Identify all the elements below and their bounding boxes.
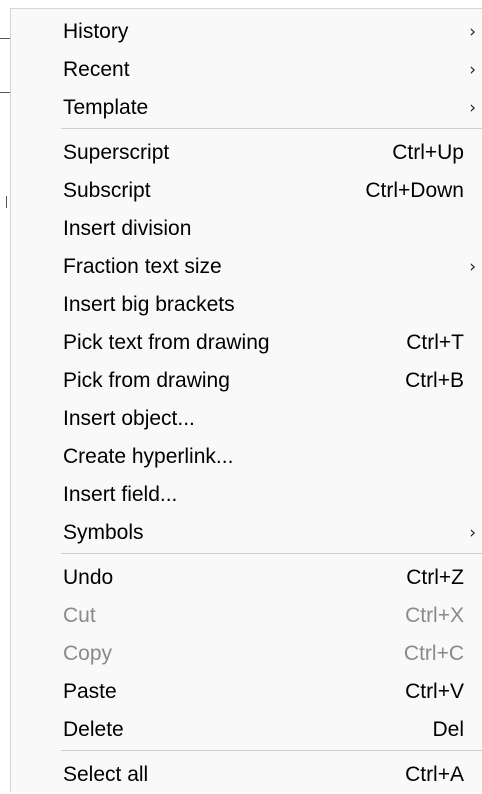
menu-item-label: Create hyperlink...: [63, 445, 234, 468]
menu-item-template[interactable]: Template ›: [11, 89, 482, 127]
menu-item-shortcut: Ctrl+T: [406, 331, 464, 354]
menu-item-label: Copy: [63, 642, 113, 665]
menu-item-shortcut: Ctrl+A: [405, 763, 464, 786]
background-line: [0, 38, 10, 39]
menu-item-label: Insert object...: [63, 407, 195, 430]
menu-item-undo[interactable]: Undo Ctrl+Z: [11, 559, 482, 597]
menu-item-shortcut: Ctrl+C: [403, 642, 464, 665]
menu-item-label: Superscript: [63, 141, 170, 164]
menu-item-delete[interactable]: Delete Del: [11, 711, 482, 749]
menu-item-label: Pick from drawing: [63, 369, 230, 392]
menu-item-insert-object[interactable]: Insert object...: [11, 400, 482, 438]
menu-item-label: Insert division: [63, 217, 192, 240]
menu-item-shortcut: Ctrl+V: [405, 680, 464, 703]
menu-separator: [61, 750, 482, 751]
menu-item-label: Pick text from drawing: [63, 331, 270, 354]
menu-item-label: Recent: [63, 58, 130, 81]
menu-item-shortcut: Ctrl+Down: [365, 179, 464, 202]
menu-item-label: Cut: [63, 604, 96, 627]
menu-item-shortcut: Del: [432, 718, 464, 741]
menu-item-cut: Cut Ctrl+X: [11, 597, 482, 635]
menu-item-label: Undo: [63, 566, 114, 589]
menu-item-label: History: [63, 20, 129, 43]
menu-item-label: Fraction text size: [63, 255, 222, 278]
menu-item-label: Subscript: [63, 179, 151, 202]
menu-item-select-all[interactable]: Select all Ctrl+A: [11, 756, 482, 794]
menu-item-label: Insert field...: [63, 483, 178, 506]
menu-item-insert-big-brackets[interactable]: Insert big brackets: [11, 286, 482, 324]
menu-item-label: Delete: [63, 718, 124, 741]
menu-item-copy: Copy Ctrl+C: [11, 635, 482, 673]
menu-item-shortcut: Ctrl+Z: [406, 566, 464, 589]
menu-item-insert-field[interactable]: Insert field...: [11, 476, 482, 514]
chevron-right-icon: ›: [469, 257, 476, 277]
menu-separator: [61, 553, 482, 554]
menu-item-subscript[interactable]: Subscript Ctrl+Down: [11, 172, 482, 210]
menu-item-create-hyperlink[interactable]: Create hyperlink...: [11, 438, 482, 476]
chevron-right-icon: ›: [469, 98, 476, 118]
context-menu: History › Recent › Template › Superscript Ctrl+…: [10, 8, 482, 792]
menu-item-label: Paste: [63, 680, 117, 703]
menu-item-recent[interactable]: Recent ›: [11, 51, 482, 89]
menu-item-shortcut: Ctrl+Up: [392, 141, 464, 164]
menu-separator: [61, 128, 482, 129]
menu-item-history[interactable]: History ›: [11, 13, 482, 51]
background-line: [0, 92, 10, 93]
menu-item-label: Template: [63, 96, 149, 119]
menu-item-paste[interactable]: Paste Ctrl+V: [11, 673, 482, 711]
menu-item-label: Symbols: [63, 521, 144, 544]
chevron-right-icon: ›: [469, 523, 476, 543]
menu-item-label: Select all: [63, 763, 149, 786]
chevron-right-icon: ›: [469, 22, 476, 42]
menu-item-insert-division[interactable]: Insert division: [11, 210, 482, 248]
menu-item-pick-from-drawing[interactable]: Pick from drawing Ctrl+B: [11, 362, 482, 400]
chevron-right-icon: ›: [469, 60, 476, 80]
menu-item-superscript[interactable]: Superscript Ctrl+Up: [11, 134, 482, 172]
menu-item-label: Insert big brackets: [63, 293, 235, 316]
menu-item-pick-text-from-drawing[interactable]: Pick text from drawing Ctrl+T: [11, 324, 482, 362]
menu-item-shortcut: Ctrl+B: [405, 369, 464, 392]
menu-item-symbols[interactable]: Symbols ›: [11, 514, 482, 552]
menu-item-fraction-text-size[interactable]: Fraction text size ›: [11, 248, 482, 286]
menu-item-shortcut: Ctrl+X: [405, 604, 464, 627]
background-line: [6, 196, 7, 208]
